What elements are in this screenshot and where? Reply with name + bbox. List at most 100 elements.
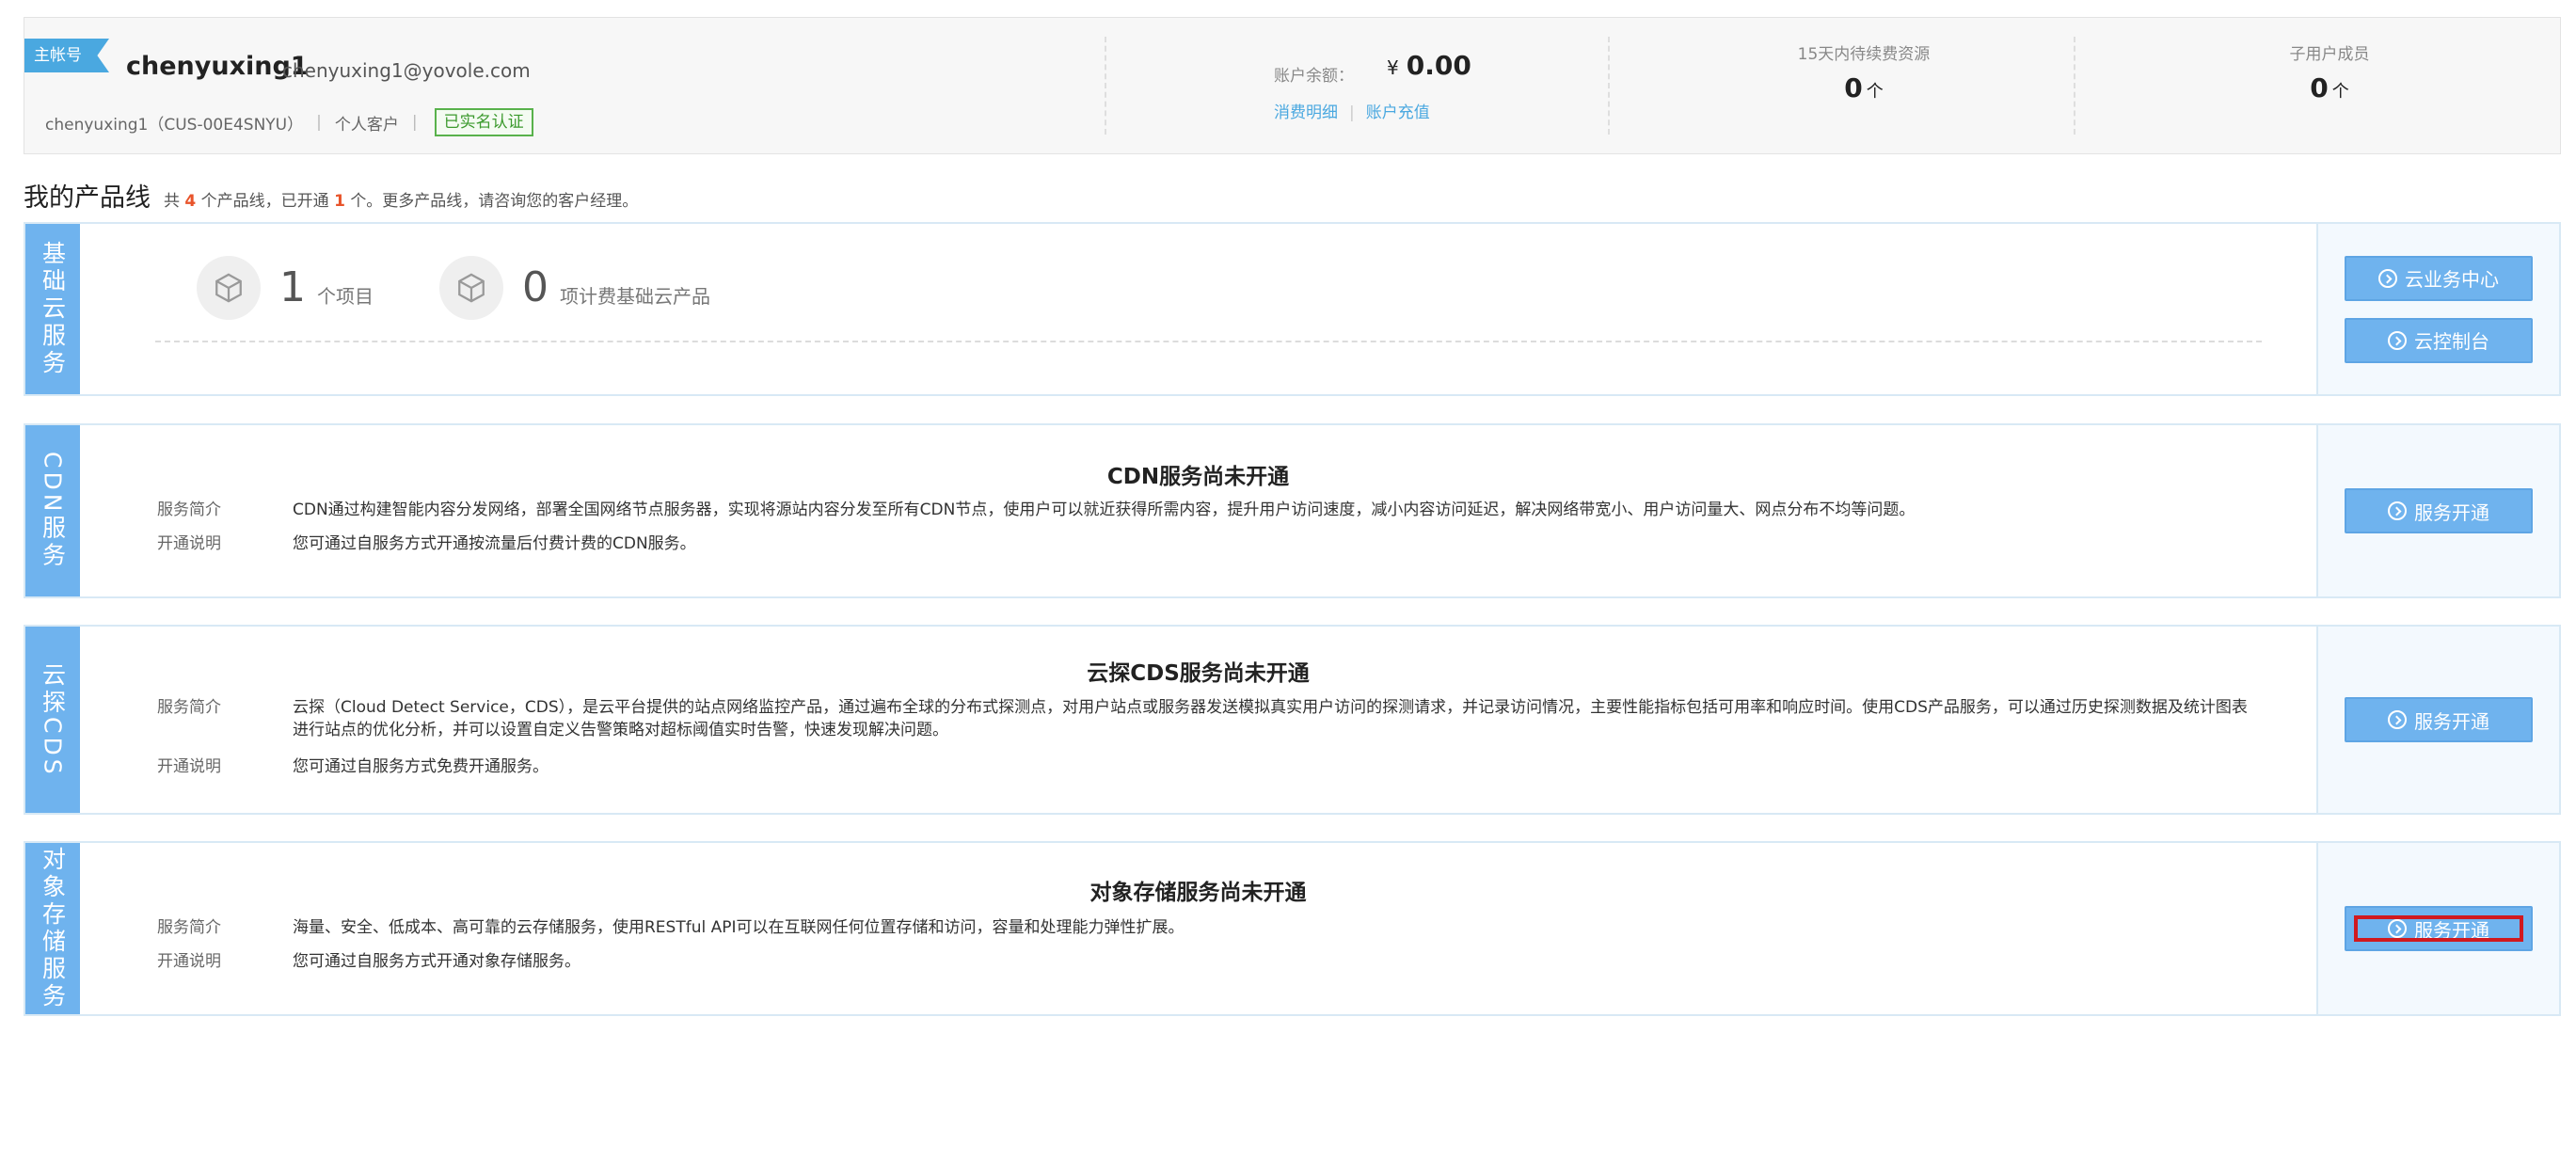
pending-renewal-stat: 15天内待续费资源 0个 [1694,40,2033,102]
meta-separator: | [411,113,418,132]
sub-users-value: 0个 [2160,75,2499,102]
billing-product-label: 项计费基础云产品 [560,284,710,308]
activation-note-row: 开通说明 您可通过自服务方式开通按流量后付费计费的CDN服务。 [157,532,2260,555]
cube-icon [197,256,261,320]
service-intro-key: 服务简介 [157,501,221,519]
pending-renewal-label: 15天内待续费资源 [1797,45,1931,64]
billing-product-number: 0 [522,263,549,311]
button-label: 服务开通 [2414,501,2489,524]
button-label: 服务开通 [2414,918,2489,942]
pending-renewal-value: 0个 [1694,75,2033,102]
summary-text: 个产品线，已开通 [200,192,329,211]
card-side-label: 对象存储服务 [25,843,80,1014]
productline-total: 4 [184,192,197,211]
productline-summary: 共 4 个产品线，已开通 1 个。更多产品线，请咨询您的客户经理。 [164,187,638,211]
activation-note-text: 您可通过自服务方式开通按流量后付费计费的CDN服务。 [293,534,696,553]
currency-symbol: ¥ [1387,56,1399,79]
cdn-activate-button[interactable]: 服务开通 [2345,488,2533,533]
project-count: 1 个项目 [197,256,374,320]
card-heading: 云探CDS服务尚未开通 [1087,661,1310,686]
object-storage-card: 对象存储服务 对象存储服务尚未开通 服务简介 海量、安全、低成本、高可靠的云存储… [24,841,2561,1016]
account-meta: chenyuxing1（CUS-00E4SNYU） | 个人客户 | 已实名认证 [45,108,533,136]
productline-opened: 1 [334,192,345,211]
activation-note-key: 开通说明 [157,534,221,553]
card-side-label: 基础云服务 [25,224,80,394]
balance-label: 账户余额： [1274,67,1354,86]
project-count-label: 个项目 [317,284,374,308]
card-actions: 服务开通 [2316,843,2559,1014]
verified-badge: 已实名认证 [434,108,533,136]
summary-text: 共 [164,192,180,211]
activation-note-text: 您可通过自服务方式免费开通服务。 [293,757,549,776]
card-heading: 对象存储服务尚未开通 [1089,881,1307,905]
card-actions: 云业务中心 云控制台 [2316,224,2559,394]
cloud-business-center-button[interactable]: 云业务中心 [2345,255,2533,301]
activation-note-row: 开通说明 您可通过自服务方式免费开通服务。 [157,755,2260,778]
arrow-circle-icon [2388,501,2407,520]
column-divider [2074,37,2075,135]
account-summary-bar: 主帐号 chenyuxing1 chenyuxing1@yovole.com c… [24,17,2561,154]
pending-renewal-count: 0 [1844,72,1863,103]
balance-amount: 0.00 [1406,50,1471,81]
card-actions: 服务开通 [2316,627,2559,813]
card-body: 对象存储服务尚未开通 服务简介 海量、安全、低成本、高可靠的云存储服务，使用RE… [80,843,2316,1014]
service-intro-row: 服务简介 海量、安全、低成本、高可靠的云存储服务，使用RESTful API可以… [157,916,2260,939]
arrow-circle-icon [2388,710,2407,729]
master-account-tag: 主帐号 [24,39,109,72]
activation-note-key: 开通说明 [157,952,221,971]
balance-value: ¥0.00 [1387,53,1471,79]
card-side-label: 云探CDS [25,627,80,813]
service-intro-text: 云探（Cloud Detect Service，CDS），是云平台提供的站点网络… [293,698,2248,739]
activation-note-row: 开通说明 您可通过自服务方式开通对象存储服务。 [157,950,2260,973]
cds-card: 云探CDS 云探CDS服务尚未开通 服务简介 云探（Cloud Detect S… [24,625,2561,815]
basic-cloud-card: 基础云服务 1 个项目 0 项计费基础云产品 云业务中心 云控制台 [24,222,2561,396]
cds-activate-button[interactable]: 服务开通 [2345,697,2533,742]
service-intro-key: 服务简介 [157,918,221,937]
project-count-number: 1 [279,263,306,311]
account-id: chenyuxing1（CUS-00E4SNYU） [45,115,304,135]
service-intro-key: 服务简介 [157,698,221,717]
billing-product-count: 0 项计费基础云产品 [439,256,710,320]
card-body: 1 个项目 0 项计费基础云产品 [80,224,2316,394]
recharge-link[interactable]: 账户充值 [1366,103,1430,122]
arrow-circle-icon [2388,330,2407,350]
customer-type: 个人客户 [334,115,399,135]
card-heading: CDN服务尚未开通 [1106,465,1290,489]
cdn-card: CDN服务 CDN服务尚未开通 服务简介 CDN通过构建智能内容分发网络，部署全… [24,423,2561,598]
link-separator: | [1349,103,1355,122]
sub-users-stat: 子用户成员 0个 [2160,40,2499,102]
card-side-label: CDN服务 [25,425,80,596]
meta-separator: | [316,113,322,132]
button-label: 服务开通 [2414,709,2489,733]
service-intro-text: CDN通过构建智能内容分发网络，部署全国网络节点服务器，实现将源站内容分发至所有… [293,501,1916,519]
service-intro-text: 海量、安全、低成本、高可靠的云存储服务，使用RESTful API可以在互联网任… [293,918,1185,937]
cloud-console-button[interactable]: 云控制台 [2345,317,2533,363]
card-actions: 服务开通 [2316,425,2559,596]
card-body: CDN服务尚未开通 服务简介 CDN通过构建智能内容分发网络，部署全国网络节点服… [80,425,2316,596]
card-body: 云探CDS服务尚未开通 服务简介 云探（Cloud Detect Service… [80,627,2316,813]
cube-icon [439,256,503,320]
consumption-details-link[interactable]: 消费明细 [1274,103,1338,122]
arrow-circle-icon [2378,268,2397,288]
productline-header: 我的产品线 共 4 个产品线，已开通 1 个。更多产品线，请咨询您的客户经理。 [24,177,638,214]
sub-users-label: 子用户成员 [2289,45,2370,64]
account-name: chenyuxing1 [126,52,309,81]
activation-note-key: 开通说明 [157,757,221,776]
pending-renewal-unit: 个 [1866,82,1884,102]
summary-text: 个。更多产品线，请咨询您的客户经理。 [350,192,639,211]
sub-users-count: 0 [2310,72,2329,103]
button-label: 云业务中心 [2405,268,2499,291]
productline-title: 我的产品线 [24,183,151,213]
arrow-circle-icon [2388,919,2407,938]
service-intro-row: 服务简介 CDN通过构建智能内容分发网络，部署全国网络节点服务器，实现将源站内容… [157,499,2260,521]
account-email: chenyuxing1@yovole.com [282,59,531,82]
dashed-divider [155,341,2262,342]
activation-note-text: 您可通过自服务方式开通对象存储服务。 [293,952,580,971]
service-intro-row: 服务简介 云探（Cloud Detect Service，CDS），是云平台提供… [157,696,2260,741]
balance-links: 消费明细 | 账户充值 [1274,99,1430,122]
column-divider [1608,37,1610,135]
button-label: 云控制台 [2414,330,2489,353]
sub-users-unit: 个 [2331,82,2349,102]
object-storage-activate-button[interactable]: 服务开通 [2345,906,2533,951]
column-divider [1105,37,1106,135]
